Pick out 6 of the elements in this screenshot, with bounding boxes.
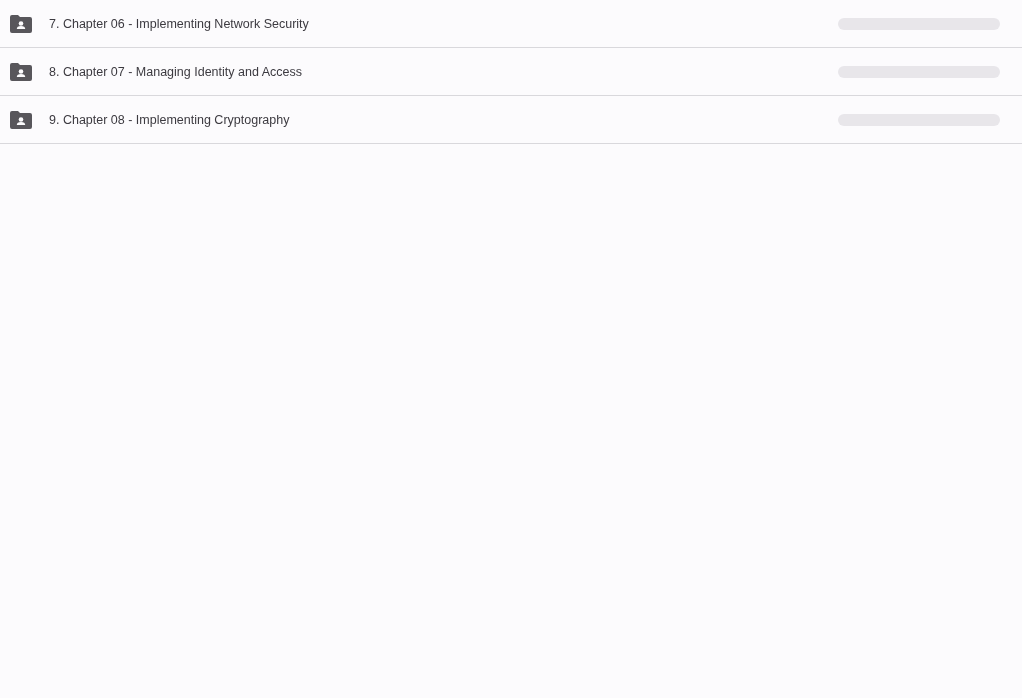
folder-title[interactable]: 8. Chapter 07 - Managing Identity and Access: [49, 64, 838, 79]
shared-folder-icon: [10, 110, 32, 129]
folder-title[interactable]: 9. Chapter 08 - Implementing Cryptography: [49, 112, 838, 127]
shared-folder-icon: [10, 14, 32, 33]
shared-folder-icon: [10, 62, 32, 81]
folder-title[interactable]: 7. Chapter 06 - Implementing Network Security: [49, 16, 838, 31]
